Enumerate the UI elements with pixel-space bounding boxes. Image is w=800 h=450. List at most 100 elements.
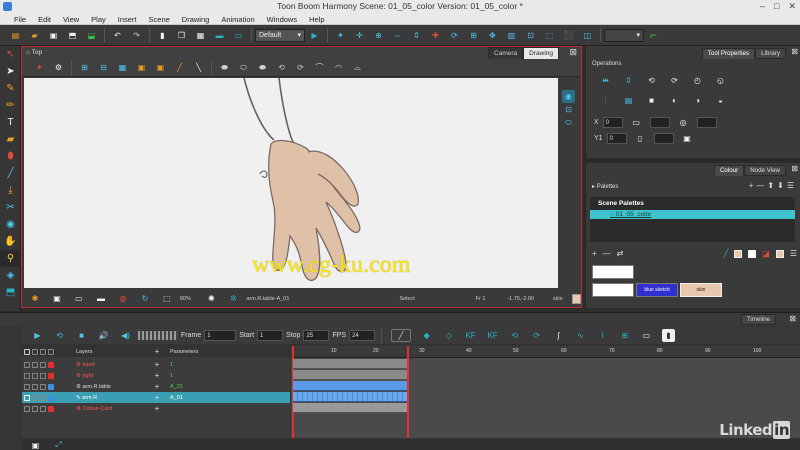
frame-row-right[interactable] — [293, 370, 407, 380]
lock-icon[interactable]: ▣ — [135, 61, 148, 74]
tab-timeline[interactable]: Timeline — [740, 314, 776, 325]
brush-preset-icon[interactable]: ╱ — [173, 61, 186, 74]
ease-in-icon[interactable]: ⌇ — [596, 329, 609, 342]
menu-animation[interactable]: Animation — [215, 15, 260, 24]
grid-icon[interactable]: ⊕ — [372, 29, 385, 42]
frame-field[interactable]: 1 — [204, 330, 237, 341]
flatten-icon[interactable]: ◵ — [714, 74, 727, 87]
perspective-icon[interactable]: ⬭ — [562, 116, 575, 129]
light-icon[interactable]: ✱ — [29, 292, 41, 305]
remove-keyframe-icon[interactable]: ◇ — [442, 329, 455, 342]
align-icon[interactable]: ▤ — [622, 94, 635, 107]
copy-icon[interactable]: ❐ — [175, 29, 188, 42]
palette-up-icon[interactable]: ⬆ — [767, 181, 774, 190]
layer-row-arm-r-table[interactable]: ⚙ arm.R.table + A_21 — [22, 381, 290, 392]
playback-speed-slider[interactable] — [138, 331, 178, 340]
settings-gear-icon[interactable]: ⚙ — [52, 61, 65, 74]
camera-view-icon[interactable]: ◉ — [562, 90, 575, 103]
tint-icon[interactable]: ╱ — [723, 249, 728, 258]
swatch-white-2[interactable] — [592, 283, 634, 297]
swap-colour-icon[interactable]: ⇄ — [617, 249, 624, 258]
cutter-tool-icon[interactable]: ✂ — [0, 199, 21, 216]
redo-icon[interactable]: ↷ — [130, 29, 143, 42]
frame-row-arm-r-table[interactable] — [293, 381, 407, 391]
snap-contour-icon[interactable]: ⊟ — [97, 61, 110, 74]
stop-motion-icon[interactable]: ⟳ — [530, 329, 543, 342]
add-palette-icon[interactable]: + — [749, 181, 754, 190]
frame-row-hand[interactable] — [293, 359, 407, 369]
remove-colour-icon[interactable]: — — [603, 249, 611, 258]
undo-icon[interactable]: ↶ — [111, 29, 124, 42]
paste-icon[interactable]: ▦ — [194, 29, 207, 42]
open-folder-icon[interactable]: ▰ — [28, 29, 41, 42]
rotate-cw-icon[interactable]: ⟳ — [668, 74, 681, 87]
convert-pencil-icon[interactable]: ◑ — [691, 94, 704, 107]
tab-library[interactable]: Library — [755, 48, 786, 59]
cut-icon[interactable]: ▮ — [156, 29, 169, 42]
fit-icon[interactable]: ⬚ — [161, 292, 173, 305]
render-preview-icon[interactable]: ▣ — [51, 292, 63, 305]
close-panel-icon[interactable]: ⊠ — [791, 47, 798, 56]
motion-icon[interactable]: ⟲ — [508, 329, 521, 342]
remove-icon[interactable]: ◒ — [714, 94, 727, 107]
remove-palette-icon[interactable]: — — [756, 181, 764, 190]
zoom-slider-icon[interactable]: ⤢ — [52, 439, 65, 450]
shape-tool-icon[interactable]: ◉ — [0, 216, 21, 233]
field-chart-icon[interactable]: ⬚ — [543, 29, 556, 42]
palette-item-selected[interactable]: ◌ 01_05_color — [590, 210, 795, 219]
auto-lock-icon[interactable]: ▣ — [154, 61, 167, 74]
tab-colour[interactable]: Colour — [713, 165, 745, 176]
line-tool-icon[interactable]: ╱ — [0, 165, 21, 182]
contour-editor-icon[interactable]: ➤ — [0, 63, 21, 80]
brush-tool-icon[interactable]: ✎ — [0, 80, 21, 97]
key-toggle-icon[interactable]: KF — [486, 329, 499, 342]
tween-icon[interactable]: ∫ — [552, 329, 565, 342]
swatch-white[interactable] — [592, 265, 634, 279]
mask-icon[interactable]: ▬ — [95, 292, 107, 305]
flip-h-icon[interactable]: ⇹ — [599, 74, 612, 87]
close-button[interactable]: ✕ — [788, 1, 796, 12]
fill-icon[interactable]: ■ — [645, 94, 658, 107]
frame-row-arm-r[interactable] — [293, 392, 407, 402]
hand-tool-icon[interactable]: ✋ — [0, 233, 21, 250]
expand-layer-icon[interactable]: + — [150, 404, 164, 413]
smooth-icon[interactable]: ◴ — [691, 74, 704, 87]
ease-out-icon[interactable]: ⊞ — [618, 329, 631, 342]
swatch-c-icon[interactable] — [775, 249, 784, 258]
menu-drawing[interactable]: Drawing — [176, 15, 216, 24]
select-tool-icon[interactable]: ↖ — [0, 46, 21, 63]
layer-row-hand[interactable]: ⚙ hand + 1 — [22, 359, 290, 370]
workspace-combo[interactable]: Default ▾ — [255, 28, 305, 42]
flip-v-icon[interactable]: ⇳ — [622, 74, 635, 87]
minimize-button[interactable]: – — [760, 1, 765, 12]
swatch-a-icon[interactable] — [734, 249, 743, 258]
menu-view[interactable]: View — [57, 15, 85, 24]
lock-ratio-icon[interactable]: ▣ — [681, 132, 694, 145]
safe-frame-icon[interactable]: ▭ — [73, 292, 85, 305]
add-colour-icon[interactable]: + — [592, 249, 597, 258]
tab-drawing[interactable]: Drawing — [523, 47, 559, 59]
rotate-ccw-icon[interactable]: ⟲ — [645, 74, 658, 87]
menu-help[interactable]: Help — [303, 15, 330, 24]
layer-row-right[interactable]: ⚙ right + 1 — [22, 370, 290, 381]
swatch-b-icon[interactable] — [748, 249, 757, 258]
layer-combo[interactable]: ▾ — [604, 28, 644, 42]
panel-splitter[interactable] — [586, 158, 800, 162]
flatten-icon[interactable]: ⬬ — [218, 61, 231, 74]
menu-scene[interactable]: Scene — [143, 15, 176, 24]
fps-field[interactable]: 24 — [349, 330, 376, 341]
extend-exposure-icon[interactable]: ▭ — [640, 329, 653, 342]
expand-layer-icon[interactable]: + — [150, 371, 164, 380]
rotate-cw-icon[interactable]: ⟲ — [275, 61, 288, 74]
frame-row-colour-card[interactable] — [293, 403, 407, 413]
timeline-menu-icon[interactable]: ▮ — [662, 329, 676, 342]
select-tool-icon[interactable]: ✦ — [33, 61, 46, 74]
rotate-ccw-icon[interactable]: ⟳ — [294, 61, 307, 74]
bone-tool-icon[interactable]: ⬒ — [0, 284, 21, 301]
ease-icon[interactable]: ∿ — [574, 329, 587, 342]
save-icon[interactable]: ▣ — [47, 29, 60, 42]
maximize-button[interactable]: □ — [774, 1, 779, 12]
expand-layer-icon[interactable]: + — [150, 360, 164, 369]
interpolation-box-icon[interactable]: ╱ — [391, 329, 412, 342]
line-preset-icon[interactable]: ╲ — [192, 61, 205, 74]
